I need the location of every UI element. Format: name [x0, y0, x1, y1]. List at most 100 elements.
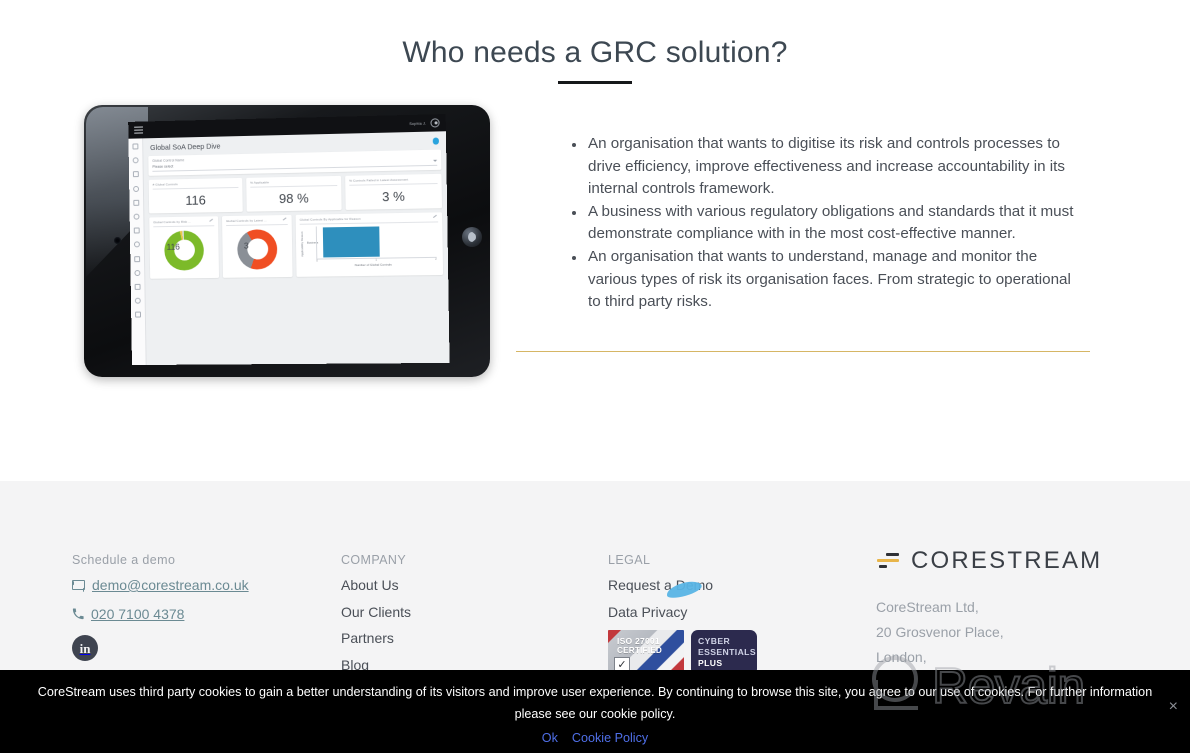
donut-center-value: 3: [243, 240, 249, 251]
chart-title: Global Controls by Risk ...: [153, 219, 192, 224]
donut-chart-orange: 3: [226, 225, 288, 274]
kpi-value: 3 %: [382, 188, 405, 204]
sidebar-icon-assessments[interactable]: [133, 199, 140, 206]
section-divider: [516, 351, 1090, 352]
bar-chart-xlabel: Number of Global Controls: [354, 262, 392, 267]
cyber-badge-line1: CYBER: [698, 636, 731, 646]
topbar-username: Sophia J.: [409, 121, 427, 126]
corestream-logo-mark-icon: [876, 551, 900, 571]
iso-badge-line2: CERTIFIED: [617, 646, 663, 655]
footer-heading-contact: Schedule a demo: [72, 553, 176, 567]
cyber-badge-line2: ESSENTIALS: [698, 647, 756, 657]
bar-chart: Applicability Reason Business 0 1 2 Numb…: [300, 222, 439, 272]
footer-phone-link[interactable]: 020 7100 4378: [72, 606, 322, 622]
footer-link-about-us[interactable]: About Us: [341, 577, 591, 593]
footer-email-text: demo@corestream.co.uk: [92, 577, 249, 593]
bar-chart-ylabel: Applicability Reason: [300, 230, 305, 257]
dashboard-title: Global SoA Deep Dive: [150, 141, 221, 153]
footer-email-link[interactable]: demo@corestream.co.uk: [72, 577, 322, 593]
benefits-ul: An organisation that wants to digitise i…: [568, 133, 1078, 314]
footer-phone-text: 020 7100 4378: [91, 606, 185, 622]
phone-icon: [72, 608, 84, 620]
chevron-down-icon: [433, 159, 438, 162]
cyber-badge-line3: PLUS: [698, 658, 723, 668]
tablet-mockup: Sophia J. Global SoA Deep Dive Global Co…: [84, 105, 490, 377]
cookie-actions: Ok Cookie Policy: [0, 731, 1190, 745]
xtick: 2: [435, 257, 437, 261]
bar-chart-plot: [315, 224, 437, 260]
kpi-card: % Applicable 98 %: [246, 175, 342, 212]
footer-heading-company: COMPANY: [341, 553, 407, 567]
envelope-icon: [72, 580, 85, 590]
benefits-list: An organisation that wants to digitise i…: [568, 133, 1078, 314]
sidebar-icon-menu[interactable]: [132, 143, 139, 150]
sidebar-icon-policies[interactable]: [134, 283, 141, 290]
kpi-value: 98 %: [278, 190, 309, 206]
cookie-ok-button[interactable]: Ok: [542, 731, 558, 745]
hero-section: Who needs a GRC solution? Sophia J. Glob…: [0, 0, 1190, 481]
donut-center-value: 116: [166, 241, 180, 252]
xtick: 1: [375, 258, 377, 262]
sidebar-icon-risk[interactable]: [132, 171, 139, 178]
sidebar-icon-tasks[interactable]: [134, 255, 141, 262]
corestream-logo[interactable]: CORESTREAM: [876, 547, 1156, 575]
corestream-logo-text: CORESTREAM: [911, 547, 1103, 574]
topbar-right-group: Sophia J.: [409, 118, 440, 128]
footer-link-partners[interactable]: Partners: [341, 630, 591, 646]
sidebar-icon-library[interactable]: [134, 269, 141, 276]
title-underline: [558, 81, 632, 84]
iso-badge-line1: ISO 27001: [617, 636, 660, 646]
footer-heading-legal: LEGAL: [608, 553, 651, 567]
chart-card-donut-orange: Global Controls by Latest ... 3: [222, 214, 293, 278]
chart-card-bar: Global Controls By Applicable for Reason…: [295, 211, 444, 277]
sidebar-icon-controls[interactable]: [133, 185, 140, 192]
chart-title: Global Controls By Applicable for Reason: [299, 216, 361, 222]
linkedin-icon[interactable]: in: [72, 635, 98, 661]
app-body: Global SoA Deep Dive Global Control Name…: [128, 131, 450, 366]
dashboard-screen: Sophia J. Global SoA Deep Dive Global Co…: [128, 114, 450, 366]
chart-title: Global Controls by Latest ...: [226, 217, 267, 223]
sidebar-icon-admin[interactable]: [135, 311, 142, 318]
donut-chart-green: 116: [153, 226, 215, 275]
chart-card-donut-green: Global Controls by Risk ... 116: [149, 215, 220, 279]
kpi-card: % Controls Failed in Latest Assessment 3…: [345, 173, 443, 210]
list-item: An organisation that wants to understand…: [568, 246, 1078, 314]
tablet-home-button: [462, 227, 482, 247]
footer-column-brand: CORESTREAM CoreStream Ltd, 20 Grosvenor …: [876, 547, 1156, 670]
close-icon[interactable]: ×: [1169, 699, 1178, 715]
filter-selected-value: Please select: [152, 164, 174, 169]
cookie-policy-link[interactable]: Cookie Policy: [572, 731, 648, 745]
bar-chart-bar: [322, 226, 380, 258]
dashboard-content: Global SoA Deep Dive Global Control Name…: [143, 131, 450, 365]
footer-column-company: COMPANY About Us Our Clients Partners Bl…: [341, 553, 591, 683]
edit-pencil-icon[interactable]: [282, 216, 289, 223]
page-root: Who needs a GRC solution? Sophia J. Glob…: [0, 0, 1190, 753]
footer-link-request-a-demo[interactable]: Request a Demo: [608, 577, 858, 593]
cookie-banner: CoreStream uses third party cookies to g…: [0, 670, 1190, 753]
xtick: 0: [316, 259, 318, 263]
kpi-card: # Global Controls 116: [148, 177, 243, 214]
sidebar-icon-audit[interactable]: [134, 297, 141, 304]
page-title: Who needs a GRC solution?: [402, 36, 788, 69]
dashboard-info-icon[interactable]: [432, 137, 439, 145]
edit-pencil-icon[interactable]: [209, 218, 216, 224]
list-item: An organisation that wants to digitise i…: [568, 133, 1078, 201]
list-item: A business with various regulatory oblig…: [568, 201, 1078, 246]
edit-pencil-icon[interactable]: [432, 214, 440, 220]
footer-link-data-privacy[interactable]: Data Privacy: [608, 604, 858, 620]
footer-column-legal: LEGAL Request a Demo Data Privacy ISO 27…: [608, 553, 858, 676]
sidebar-icon-settings[interactable]: [133, 241, 140, 248]
cookie-message: CoreStream uses third party cookies to g…: [37, 685, 1153, 721]
tablet-camera-icon: [114, 237, 121, 244]
kpi-value: 116: [185, 192, 206, 208]
hamburger-menu-icon[interactable]: [134, 125, 144, 136]
user-avatar-icon[interactable]: [430, 118, 440, 128]
sidebar-icon-reports[interactable]: [133, 213, 140, 220]
footer-column-contact: Schedule a demo demo@corestream.co.uk 02…: [72, 553, 322, 661]
sidebar-icon-charts[interactable]: [133, 227, 140, 234]
address-line: London,: [876, 649, 927, 665]
chart-row: Global Controls by Risk ... 116 Global C…: [149, 211, 444, 279]
sidebar-icon-home[interactable]: [132, 157, 139, 164]
footer-link-our-clients[interactable]: Our Clients: [341, 604, 591, 620]
linkedin-glyph: in: [79, 640, 91, 656]
